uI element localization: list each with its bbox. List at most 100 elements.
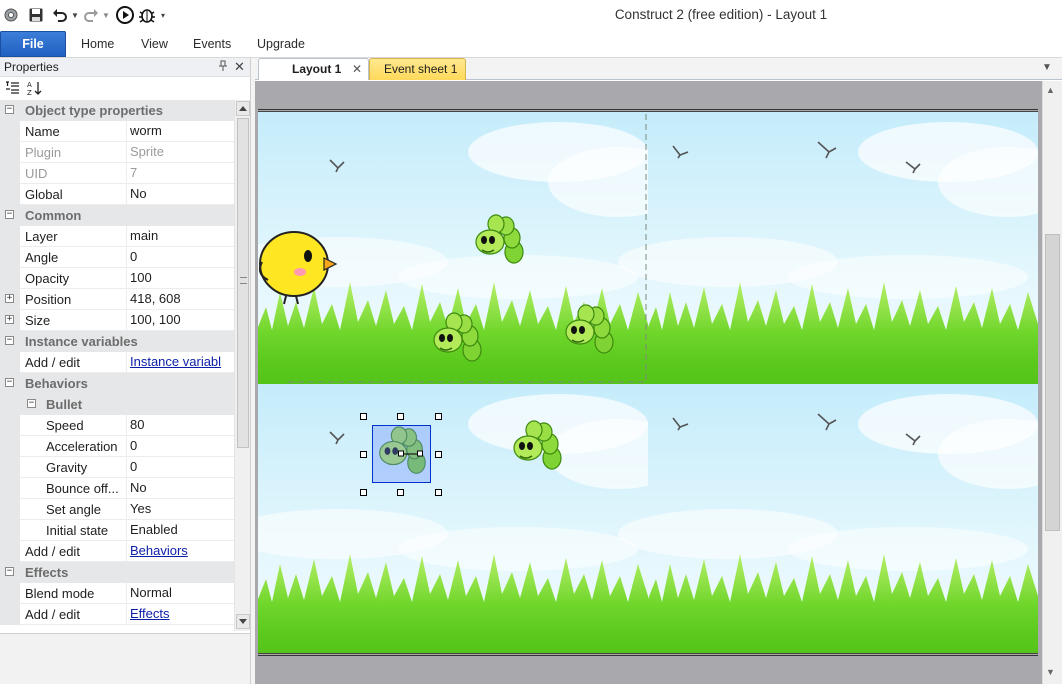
property-value[interactable]: 0 [126,247,234,268]
resize-handle-w[interactable] [360,451,367,458]
sort-alphabetical-icon[interactable]: AZ [26,80,44,98]
property-value[interactable]: 0 [126,457,234,478]
property-value[interactable]: Effects [126,604,234,625]
property-row[interactable]: Add / edit Instance variabl [0,352,234,373]
property-row[interactable]: Global No [0,184,234,205]
property-name: Gravity [46,460,88,475]
tab-upgrade[interactable]: Upgrade [257,31,305,58]
property-category-row[interactable]: − Effects [0,562,234,583]
property-row[interactable]: Opacity 100 [0,268,234,289]
layout-margin-bottom [258,655,1038,684]
expand-icon[interactable]: + [5,294,14,303]
worm-sprite[interactable] [506,418,566,478]
chick-sprite[interactable] [258,228,338,306]
property-category-row[interactable]: − Common [0,205,234,226]
property-value[interactable]: 0 [126,436,234,457]
property-category-row[interactable]: − Instance variables [0,331,234,352]
property-value[interactable]: 100 [126,268,234,289]
property-value[interactable]: 80 [126,415,234,436]
property-category-row[interactable]: − Bullet [0,394,234,415]
scroll-thumb[interactable] [237,118,249,448]
layout-view[interactable] [255,81,1042,684]
property-row[interactable]: Add / edit Behaviors [0,541,234,562]
property-category-row[interactable]: − Object type properties [0,100,234,121]
scroll-thumb[interactable] [1045,234,1060,531]
tab-list-dropdown-icon[interactable]: ▼ [1042,62,1052,73]
property-value[interactable]: 100, 100 [126,310,234,331]
properties-scrollbar[interactable] [234,100,250,631]
close-tab-icon[interactable]: ✕ [352,62,362,76]
categorized-view-icon[interactable] [4,80,22,98]
property-link[interactable]: Instance variabl [130,354,221,369]
tab-home[interactable]: Home [81,31,114,58]
tab-events[interactable]: Events [193,31,231,58]
property-value[interactable]: 418, 608 [126,289,234,310]
expand-icon[interactable]: + [5,315,14,324]
property-row[interactable]: Gravity 0 [0,457,234,478]
property-row[interactable]: Plugin Sprite [0,142,234,163]
scroll-up-button[interactable] [236,101,250,116]
property-value[interactable]: main [126,226,234,247]
property-value[interactable]: No [126,184,234,205]
close-panel-icon[interactable]: ✕ [234,59,246,74]
resize-handle-sw[interactable] [360,489,367,496]
property-grid: − Object type properties Name worm Plugin Spr… [0,100,234,631]
property-value[interactable]: Enabled [126,520,234,541]
resize-handle-ne[interactable] [435,413,442,420]
property-name: Initial state [46,523,109,538]
property-row[interactable]: Initial state Enabled [0,520,234,541]
property-link[interactable]: Behaviors [130,543,188,558]
resize-handle-se[interactable] [435,489,442,496]
property-row[interactable]: + Position 418, 608 [0,289,234,310]
tab-event-sheet-1[interactable]: Event sheet 1 [369,58,466,80]
property-row[interactable]: Angle 0 [0,247,234,268]
property-row[interactable]: + Size 100, 100 [0,310,234,331]
property-name: Bounce off... [46,481,119,496]
property-value[interactable]: 7 [126,163,234,184]
property-name: Add / edit [25,607,80,622]
property-category-row[interactable]: − Behaviors [0,373,234,394]
property-row[interactable]: Speed 80 [0,415,234,436]
property-row[interactable]: Set angle Yes [0,499,234,520]
property-value[interactable]: Sprite [126,142,234,163]
worm-sprite[interactable] [468,212,528,272]
worm-sprite[interactable] [558,302,618,362]
layout-vertical-scrollbar[interactable]: ▲ ▼ [1042,81,1062,684]
ribbon-tabs: File Home View Events Upgrade [0,31,1062,58]
scroll-down-icon[interactable]: ▼ [1046,667,1055,677]
property-row[interactable]: Blend mode Normal [0,583,234,604]
rotation-handle[interactable] [398,450,424,458]
resize-handle-s[interactable] [397,489,404,496]
property-row[interactable]: Add / edit Effects [0,604,234,625]
property-row[interactable]: Acceleration 0 [0,436,234,457]
property-row[interactable]: Layer main [0,226,234,247]
property-value[interactable]: No [126,478,234,499]
collapse-icon[interactable]: − [5,105,14,114]
property-value[interactable]: Normal [126,583,234,604]
property-link[interactable]: Effects [130,606,170,621]
property-value[interactable]: Yes [126,499,234,520]
property-row[interactable]: Bounce off... No [0,478,234,499]
property-value[interactable]: Instance variabl [126,352,234,373]
collapse-icon[interactable]: − [5,378,14,387]
collapse-icon[interactable]: − [5,336,14,345]
property-value[interactable]: Behaviors [126,541,234,562]
property-row[interactable]: UID 7 [0,163,234,184]
property-name: Effects [25,565,69,580]
resize-handle-e[interactable] [435,451,442,458]
resize-handle-nw[interactable] [360,413,367,420]
scroll-down-button[interactable] [236,614,250,629]
layout-scene[interactable] [258,111,1038,654]
property-value[interactable]: worm [126,121,234,142]
collapse-icon[interactable]: − [5,210,14,219]
collapse-icon[interactable]: − [27,399,36,408]
tab-view[interactable]: View [141,31,168,58]
resize-handle-n[interactable] [397,413,404,420]
property-row[interactable]: Name worm [0,121,234,142]
pin-icon[interactable] [218,60,230,74]
scroll-up-icon[interactable]: ▲ [1046,85,1055,95]
collapse-icon[interactable]: − [5,567,14,576]
tab-layout-1[interactable]: Layout 1 ✕ [258,58,369,80]
worm-sprite[interactable] [426,310,486,370]
tab-file[interactable]: File [0,31,66,57]
